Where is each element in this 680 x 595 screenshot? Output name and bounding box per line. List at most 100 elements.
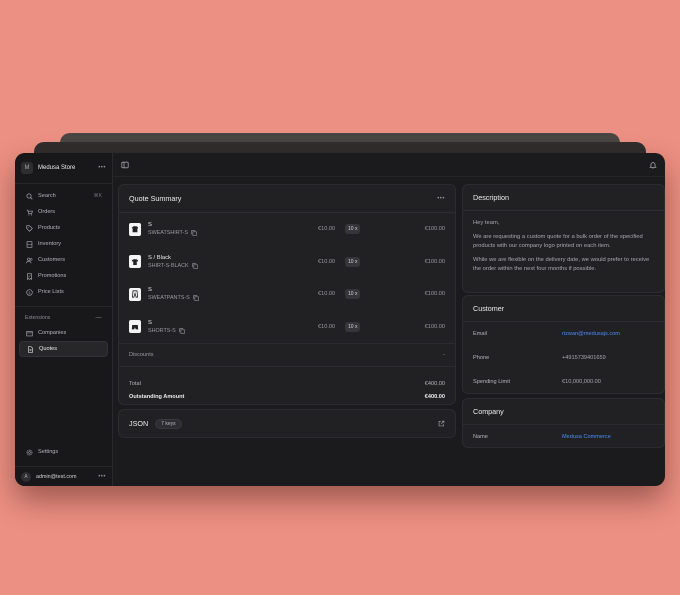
customer-header: Customer bbox=[463, 296, 664, 322]
shopping-cart-icon bbox=[25, 208, 33, 216]
phone-label: Phone bbox=[473, 355, 490, 361]
store-avatar: M bbox=[21, 162, 33, 174]
quote-summary-title: Quote Summary bbox=[129, 194, 182, 203]
sidebar-item-orders[interactable]: Orders bbox=[19, 204, 108, 220]
line-total: €100.00 bbox=[424, 226, 445, 233]
user-email: admin@test.com bbox=[36, 473, 77, 480]
discounts-row: Discounts - bbox=[119, 343, 455, 367]
description-paragraph: Hey team, bbox=[473, 220, 500, 226]
divider bbox=[15, 183, 112, 184]
item-sku: SHIRT-S-BLACK bbox=[148, 262, 189, 269]
building-icon bbox=[25, 240, 33, 248]
topbar bbox=[113, 153, 665, 177]
shorts-icon bbox=[129, 320, 141, 334]
customer-phone-row: Phone +4915739401659 bbox=[463, 346, 664, 370]
gear-icon bbox=[25, 448, 33, 456]
more-actions-icon[interactable]: ••• bbox=[437, 196, 445, 202]
bell-icon[interactable] bbox=[649, 156, 657, 174]
user-menu[interactable]: A admin@test.com ••• bbox=[15, 466, 112, 486]
unit-price: €10.00 bbox=[318, 226, 336, 233]
search-icon bbox=[25, 192, 33, 200]
customer-phone: +4915739401659 bbox=[562, 355, 606, 361]
sidebar-item-label: Quotes bbox=[39, 346, 58, 352]
item-sku: SWEATPANTS-S bbox=[148, 295, 190, 302]
divider bbox=[15, 306, 112, 307]
json-card[interactable]: JSON 7 keys bbox=[118, 409, 456, 438]
customer-email-link[interactable]: rizwan@medusajs.com bbox=[562, 331, 620, 337]
copy-icon[interactable] bbox=[191, 263, 198, 269]
extensions-menu-icon[interactable]: — bbox=[96, 315, 103, 321]
company-card: Company Name Medusa Commerce bbox=[462, 398, 665, 448]
sidebar-item-quotes[interactable]: Quotes bbox=[19, 341, 108, 357]
customer-limit-row: Spending Limit €10,000,000.00 bbox=[463, 370, 664, 394]
description-header: Description bbox=[463, 185, 664, 211]
store-name: Medusa Store bbox=[38, 165, 76, 171]
sidebar-item-products[interactable]: Products bbox=[19, 220, 108, 236]
company-name-link[interactable]: Medusa Commerce bbox=[562, 434, 611, 440]
quantity-badge: 10 x bbox=[345, 321, 361, 332]
customer-title: Customer bbox=[473, 304, 505, 313]
sidebar-item-label: Inventory bbox=[38, 241, 62, 247]
description-paragraph: We are requesting a custom quote for a b… bbox=[473, 234, 643, 249]
search-shortcut: ⌘K bbox=[93, 193, 102, 199]
sidebar-item-price-lists[interactable]: $ Price Lists bbox=[19, 284, 108, 300]
store-switcher[interactable]: M Medusa Store ••• bbox=[15, 157, 112, 179]
company-name-label: Name bbox=[473, 434, 488, 440]
store-menu-icon[interactable]: ••• bbox=[98, 165, 106, 171]
unit-price: €10.00 bbox=[318, 258, 336, 265]
user-menu-icon[interactable]: ••• bbox=[98, 474, 106, 480]
company-name-row: Name Medusa Commerce bbox=[463, 425, 664, 449]
item-sku: SHORTS-S bbox=[148, 327, 176, 334]
copy-icon[interactable] bbox=[179, 328, 185, 334]
description-paragraph: While we are flexible on the delivery da… bbox=[473, 257, 650, 272]
total-value: €400.00 bbox=[424, 380, 445, 387]
spending-limit-value: €10,000,000.00 bbox=[562, 379, 601, 385]
sidebar: M Medusa Store ••• Search ⌘K Orders Prod… bbox=[15, 153, 113, 486]
sidebar-item-settings[interactable]: Settings bbox=[19, 444, 108, 460]
sidebar-item-label: Promotions bbox=[38, 273, 67, 279]
sidebar-item-inventory[interactable]: Inventory bbox=[19, 236, 108, 252]
line-total: €100.00 bbox=[424, 258, 445, 265]
sidebar-item-label: Settings bbox=[38, 449, 59, 455]
unit-price: €10.00 bbox=[318, 291, 336, 298]
sidebar-toggle-icon[interactable] bbox=[121, 156, 129, 174]
line-total: €100.00 bbox=[424, 291, 445, 298]
copy-icon[interactable] bbox=[191, 230, 197, 236]
external-link-icon[interactable] bbox=[438, 420, 445, 427]
item-sku: SWEATSHIRT-S bbox=[148, 230, 188, 237]
json-title: JSON bbox=[129, 419, 149, 428]
sidebar-item-label: Companies bbox=[38, 330, 67, 336]
main-area: Quote Summary ••• S SWEATSHIRT-S €10.00 … bbox=[113, 153, 665, 486]
sidebar-item-customers[interactable]: Customers bbox=[19, 252, 108, 268]
copy-icon[interactable] bbox=[193, 295, 199, 301]
discounts-label: Discounts bbox=[129, 352, 154, 358]
tag-icon bbox=[25, 224, 33, 232]
outstanding-value: €400.00 bbox=[424, 393, 445, 400]
item-title: S bbox=[148, 287, 152, 294]
sidebar-item-companies[interactable]: Companies bbox=[19, 325, 108, 341]
email-label: Email bbox=[473, 331, 487, 337]
company-title: Company bbox=[473, 407, 504, 416]
total-label: Total bbox=[129, 380, 141, 387]
total-row: Total €400.00 bbox=[119, 377, 455, 390]
customer-card: Customer Email rizwan@medusajs.com Phone… bbox=[462, 295, 665, 394]
extensions-header[interactable]: Extensions — bbox=[15, 311, 112, 325]
description-title: Description bbox=[473, 193, 509, 202]
table-row[interactable]: S SHORTS-S €10.00 10 x €100.00 bbox=[119, 311, 455, 344]
json-keys-badge: 7 keys bbox=[155, 418, 182, 429]
item-title: S / Black bbox=[148, 254, 171, 261]
table-row[interactable]: S SWEATPANTS-S €10.00 10 x €100.00 bbox=[119, 278, 455, 311]
table-row[interactable]: S / Black SHIRT-S-BLACK €10.00 10 x €100… bbox=[119, 246, 455, 279]
sidebar-item-label: Price Lists bbox=[38, 289, 64, 295]
quote-summary-header: Quote Summary ••• bbox=[119, 185, 455, 213]
outstanding-label: Outstanding Amount bbox=[129, 393, 185, 400]
table-row[interactable]: S SWEATSHIRT-S €10.00 10 x €100.00 bbox=[119, 213, 455, 246]
sidebar-item-promotions[interactable]: Promotions bbox=[19, 268, 108, 284]
quantity-badge: 10 x bbox=[345, 256, 361, 267]
tshirt-icon bbox=[129, 255, 141, 269]
customer-email-row: Email rizwan@medusajs.com bbox=[463, 322, 664, 346]
description-card: Description Hey team, We are requesting … bbox=[462, 184, 665, 293]
spending-limit-label: Spending Limit bbox=[473, 379, 511, 385]
sidebar-item-search[interactable]: Search ⌘K bbox=[19, 188, 108, 204]
discounts-value: - bbox=[443, 352, 445, 358]
